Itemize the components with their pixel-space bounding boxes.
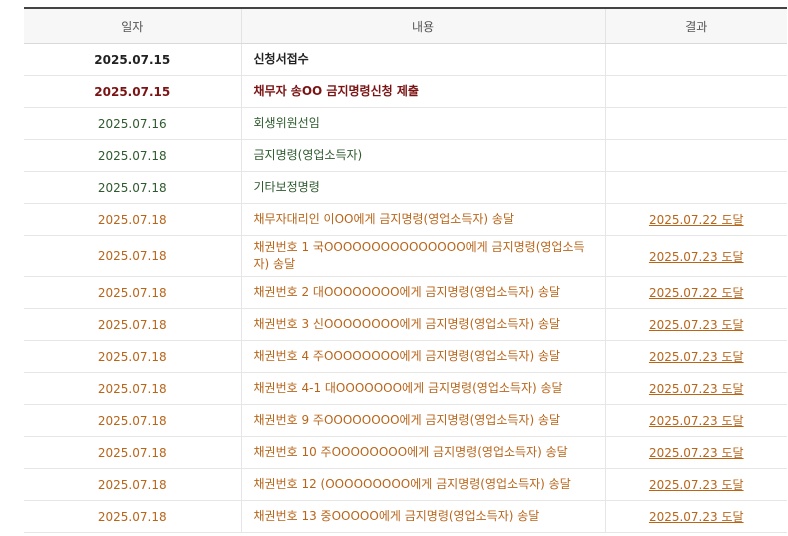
row-date: 2025.07.18 — [24, 276, 241, 309]
delivery-result-link[interactable]: 2025.07.22 도달 — [649, 213, 744, 227]
row-date: 2025.07.18 — [24, 436, 241, 469]
row-content: 채권번호 1 국OOOOOOOOOOOOOOO에게 금지명령(영업소득자) 송달 — [240, 235, 605, 277]
row-content: 채권번호 3 신OOOOOOOO에게 금지명령(영업소득자) 송달 — [240, 308, 605, 341]
row-date: 2025.07.18 — [24, 372, 241, 405]
header-content: 내용 — [240, 7, 605, 44]
delivery-result-link[interactable]: 2025.07.23 도달 — [649, 414, 744, 428]
row-content: 채권번호 9 주OOOOOOOO에게 금지명령(영업소득자) 송달 — [240, 404, 605, 437]
header-date: 일자 — [24, 7, 241, 44]
table-row: 2025.07.18 채권번호 1 국OOOOOOOOOOOOOOO에게 금지명… — [24, 235, 787, 277]
table-row: 2025.07.18 채권번호 9 주OOOOOOOO에게 금지명령(영업소득자… — [24, 404, 787, 437]
delivery-result-link[interactable]: 2025.07.23 도달 — [649, 478, 744, 492]
case-progress-table-wrapper: 일자 내용 결과 2025.07.15 신청서접수 2025.07.15 채무자… — [24, 7, 787, 533]
delivery-result-link[interactable]: 2025.07.23 도달 — [649, 446, 744, 460]
row-content: 채권번호 12 (OOOOOOOOO에게 금지명령(영업소득자) 송달 — [240, 468, 605, 501]
table-header-row: 일자 내용 결과 — [24, 7, 787, 44]
table-row: 2025.07.18 기타보정명령 — [24, 171, 787, 204]
row-date: 2025.07.18 — [24, 500, 241, 533]
table-row: 2025.07.18 채권번호 10 주OOOOOOOO에게 금지명령(영업소득… — [24, 436, 787, 469]
table-row: 2025.07.15 신청서접수 — [24, 43, 787, 76]
row-content: 채권번호 10 주OOOOOOOO에게 금지명령(영업소득자) 송달 — [240, 436, 605, 469]
row-date: 2025.07.18 — [24, 171, 241, 204]
table-row: 2025.07.18 채무자대리인 이OO에게 금지명령(영업소득자) 송달 2… — [24, 203, 787, 236]
row-content: 채무자대리인 이OO에게 금지명령(영업소득자) 송달 — [240, 203, 605, 236]
row-result — [604, 43, 787, 76]
table-row: 2025.07.16 회생위원선임 — [24, 107, 787, 140]
row-result — [604, 107, 787, 140]
row-content: 채권번호 13 중OOOOO에게 금지명령(영업소득자) 송달 — [240, 500, 605, 533]
row-content: 금지명령(영업소득자) — [240, 139, 605, 172]
delivery-result-link[interactable]: 2025.07.23 도달 — [649, 510, 744, 524]
table-row: 2025.07.18 채권번호 2 대OOOOOOOO에게 금지명령(영업소득자… — [24, 276, 787, 309]
row-date: 2025.07.18 — [24, 235, 241, 277]
table-row: 2025.07.15 채무자 송OO 금지명령신청 제출 — [24, 75, 787, 108]
row-content: 채무자 송OO 금지명령신청 제출 — [240, 75, 605, 108]
row-date: 2025.07.18 — [24, 468, 241, 501]
row-result — [604, 75, 787, 108]
row-date: 2025.07.15 — [24, 75, 241, 108]
delivery-result-link[interactable]: 2025.07.23 도달 — [649, 350, 744, 364]
table-row: 2025.07.18 채권번호 4-1 대OOOOOOO에게 금지명령(영업소득… — [24, 372, 787, 405]
row-result — [604, 139, 787, 172]
row-content: 채권번호 4 주OOOOOOOO에게 금지명령(영업소득자) 송달 — [240, 340, 605, 373]
row-date: 2025.07.18 — [24, 340, 241, 373]
row-date: 2025.07.18 — [24, 203, 241, 236]
delivery-result-link[interactable]: 2025.07.23 도달 — [649, 382, 744, 396]
delivery-result-link[interactable]: 2025.07.22 도달 — [649, 286, 744, 300]
row-content: 채권번호 2 대OOOOOOOO에게 금지명령(영업소득자) 송달 — [240, 276, 605, 309]
row-content: 채권번호 4-1 대OOOOOOO에게 금지명령(영업소득자) 송달 — [240, 372, 605, 405]
row-date: 2025.07.15 — [24, 43, 241, 76]
table-row: 2025.07.18 채권번호 3 신OOOOOOOO에게 금지명령(영업소득자… — [24, 308, 787, 341]
delivery-result-link[interactable]: 2025.07.23 도달 — [649, 318, 744, 332]
table-row: 2025.07.18 금지명령(영업소득자) — [24, 139, 787, 172]
table-row: 2025.07.18 채권번호 4 주OOOOOOOO에게 금지명령(영업소득자… — [24, 340, 787, 373]
delivery-result-link[interactable]: 2025.07.23 도달 — [649, 250, 744, 264]
row-date: 2025.07.16 — [24, 107, 241, 140]
row-date: 2025.07.18 — [24, 404, 241, 437]
row-content: 신청서접수 — [240, 43, 605, 76]
row-result — [604, 171, 787, 204]
row-content: 회생위원선임 — [240, 107, 605, 140]
row-content: 기타보정명령 — [240, 171, 605, 204]
header-result: 결과 — [604, 7, 787, 44]
row-date: 2025.07.18 — [24, 308, 241, 341]
case-progress-table: 일자 내용 결과 2025.07.15 신청서접수 2025.07.15 채무자… — [24, 7, 787, 533]
table-row: 2025.07.18 채권번호 13 중OOOOO에게 금지명령(영업소득자) … — [24, 500, 787, 533]
table-row: 2025.07.18 채권번호 12 (OOOOOOOOO에게 금지명령(영업소… — [24, 468, 787, 501]
row-date: 2025.07.18 — [24, 139, 241, 172]
